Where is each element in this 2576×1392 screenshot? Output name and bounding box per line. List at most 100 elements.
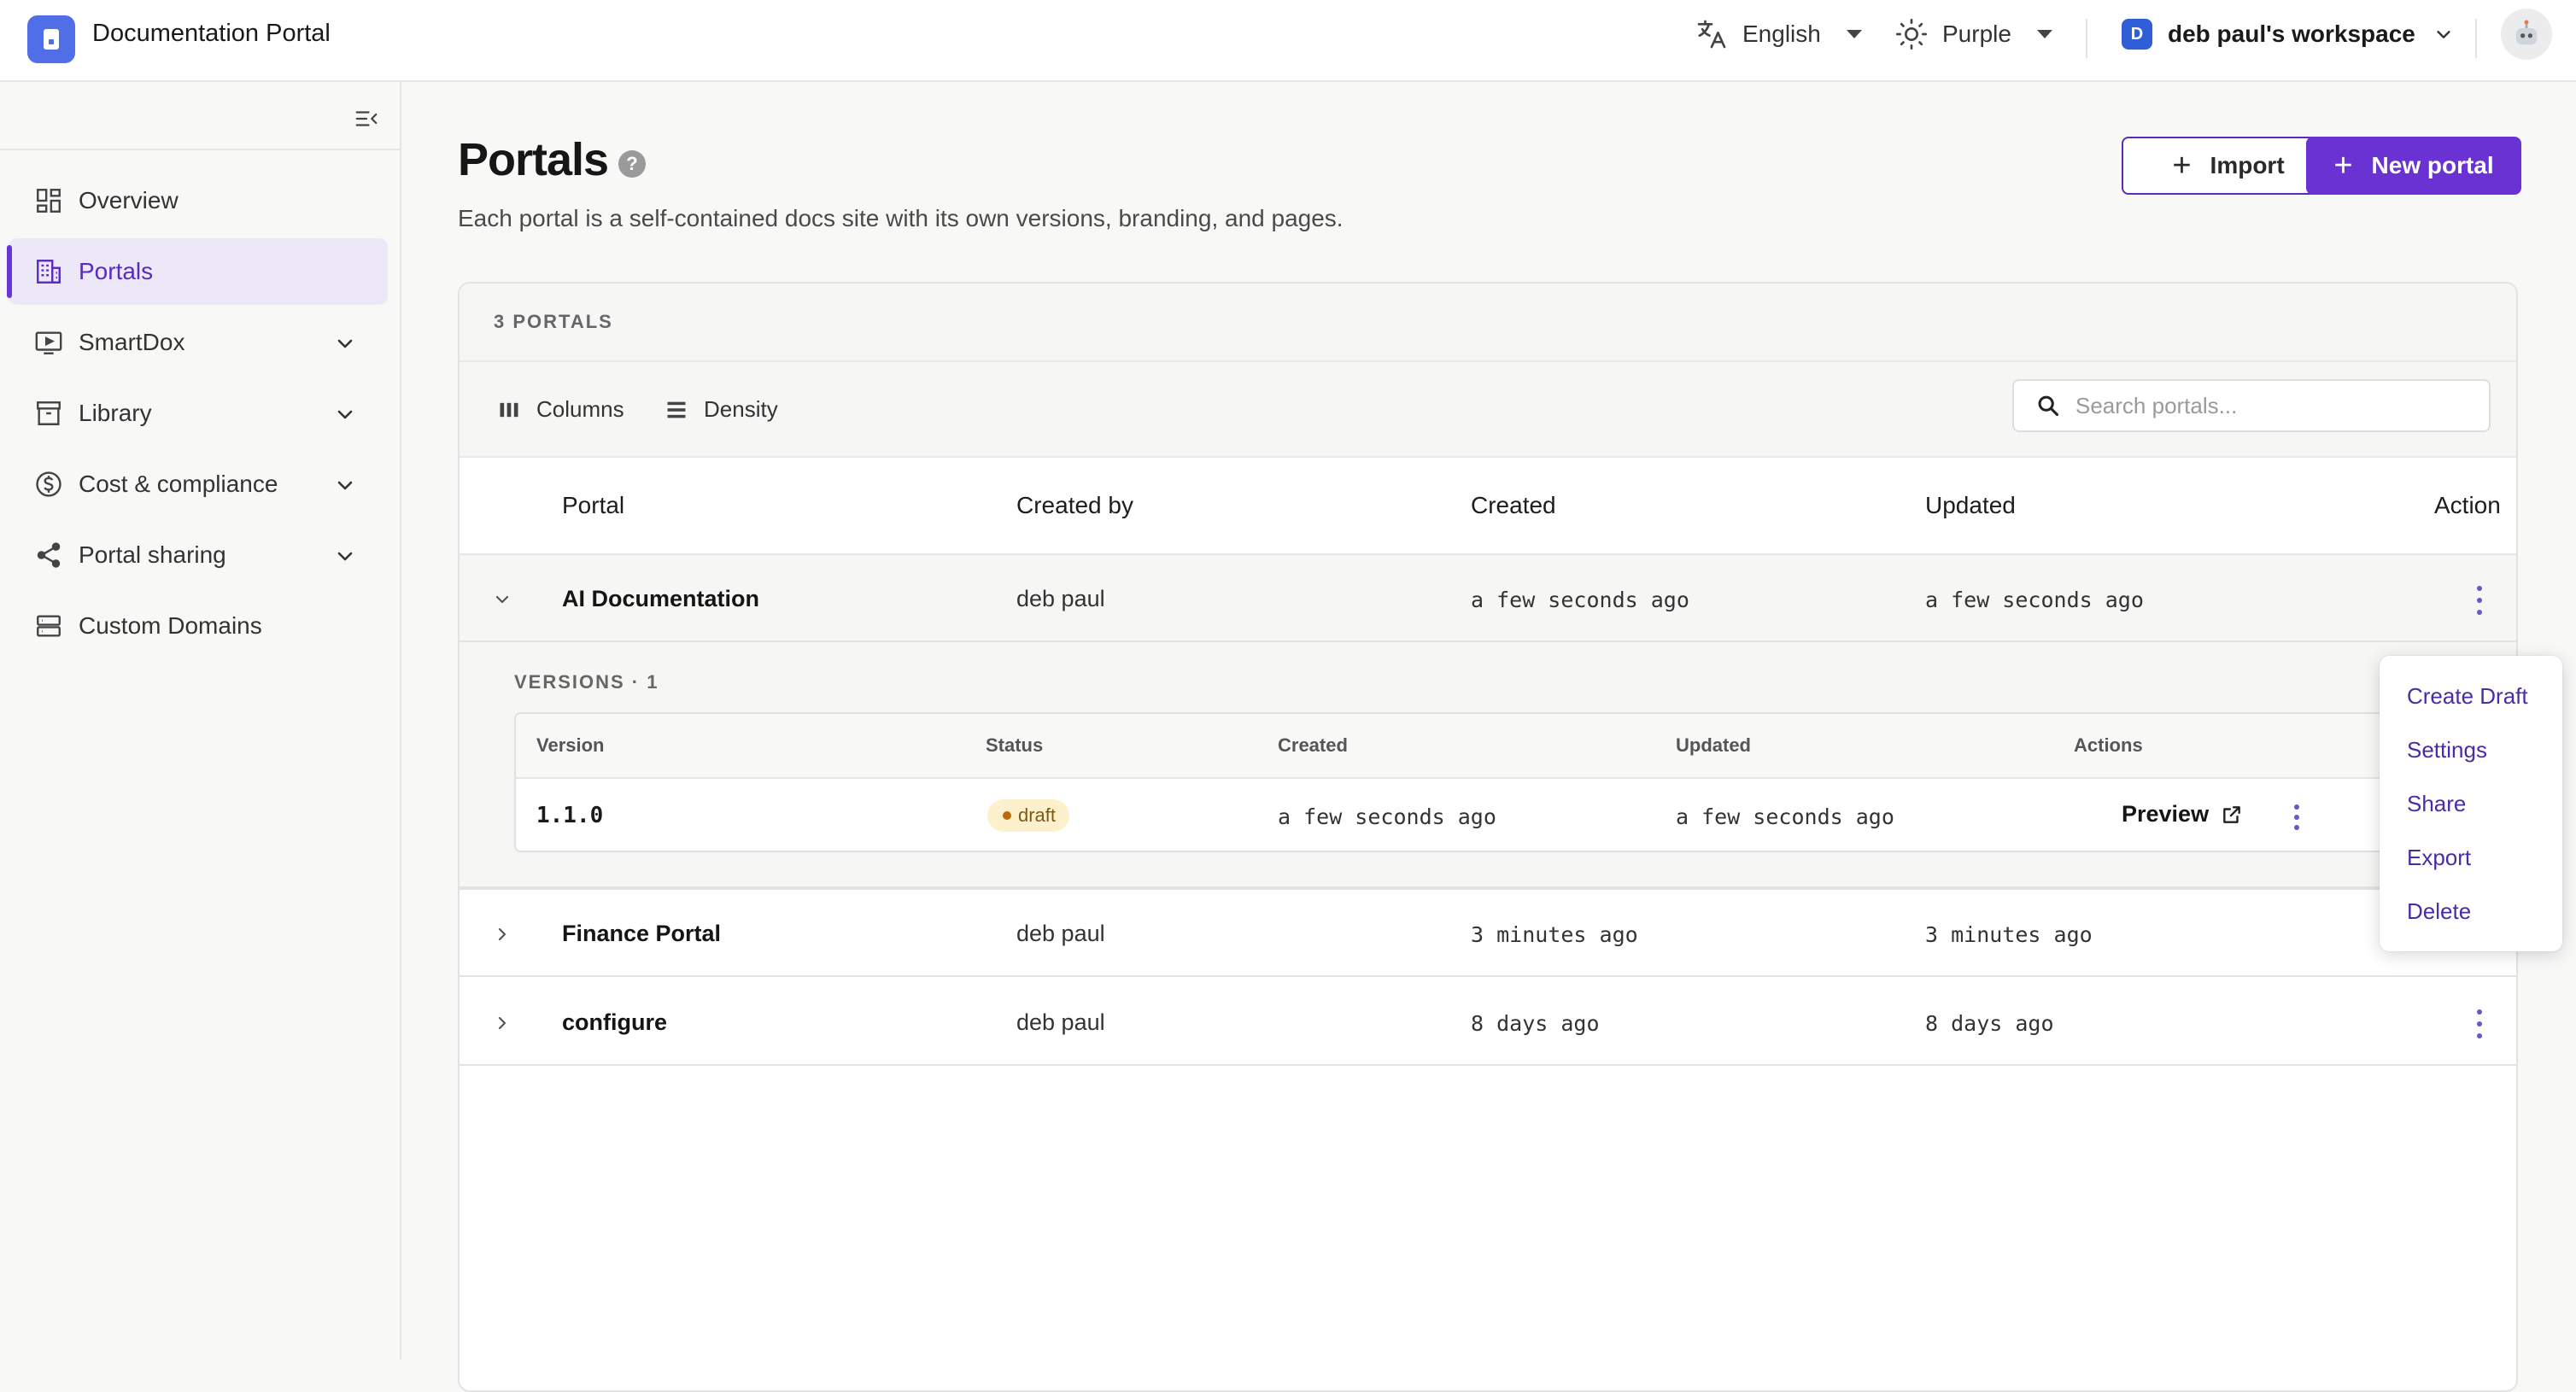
- sun-icon: [1896, 19, 1927, 50]
- play-screen-icon: [32, 326, 65, 359]
- collapse-sidebar-button[interactable]: [350, 102, 383, 135]
- new-portal-button[interactable]: + New portal: [2306, 137, 2521, 195]
- portals-table-card: 3 PORTALS Columns Density Portal Created…: [458, 282, 2518, 1392]
- column-header-updated[interactable]: Updated: [1925, 492, 2016, 519]
- versions-table-head: Version Status Created Updated Actions: [516, 714, 2494, 779]
- chevron-right-icon[interactable]: [492, 924, 512, 945]
- created-date: 8 days ago: [1471, 1011, 1600, 1036]
- created-date: a few seconds ago: [1471, 588, 1689, 612]
- page-title: Portals: [458, 134, 609, 185]
- preview-button[interactable]: Preview: [2122, 801, 2243, 828]
- version-more-actions-icon[interactable]: [2292, 804, 2301, 830]
- created-date: 3 minutes ago: [1471, 922, 1638, 947]
- table-row[interactable]: Finance Portal deb paul 3 minutes ago 3 …: [460, 890, 2516, 977]
- menu-item-share[interactable]: Share: [2407, 791, 2466, 817]
- chevron-down-icon[interactable]: [492, 589, 512, 610]
- column-header-portal[interactable]: Portal: [562, 492, 624, 519]
- sidebar-item-library[interactable]: Library: [9, 380, 388, 447]
- search-icon: [2038, 395, 2059, 417]
- search-input[interactable]: [2075, 392, 2468, 419]
- column-header-created-by[interactable]: Created by: [1016, 492, 1133, 519]
- avatar[interactable]: [2501, 9, 2552, 60]
- theme-label: Purple: [1942, 20, 2011, 47]
- chevron-down-icon: [337, 339, 353, 348]
- table-row[interactable]: AI Documentation deb paul a few seconds …: [460, 555, 2516, 642]
- version-created: a few seconds ago: [1278, 804, 1496, 829]
- density-icon: [667, 401, 686, 418]
- sidebar-item-portals[interactable]: Portals: [7, 238, 388, 305]
- created-by: deb paul: [1016, 921, 1105, 946]
- sidebar-item-label: Custom Domains: [79, 612, 262, 639]
- column-header-action: Action: [2434, 492, 2501, 518]
- updated-date: a few seconds ago: [1925, 588, 2144, 612]
- chevron-down-icon: [2437, 31, 2450, 38]
- sidebar-item-portal-sharing[interactable]: Portal sharing: [9, 522, 388, 588]
- share-icon: [32, 539, 65, 571]
- app-logo-icon[interactable]: [27, 15, 75, 63]
- table-header-bar: 3 PORTALS: [460, 284, 2516, 362]
- sidebar-item-custom-domains[interactable]: Custom Domains: [9, 593, 388, 659]
- portal-name[interactable]: Finance Portal: [562, 921, 721, 947]
- page-subtitle: Each portal is a self-contained docs sit…: [458, 205, 1344, 231]
- chevron-down-icon: [2036, 30, 2052, 38]
- portal-count: 3 PORTALS: [494, 311, 613, 332]
- workspace-selector[interactable]: D deb paul's workspace: [2122, 12, 2453, 56]
- portal-name[interactable]: configure: [562, 1009, 667, 1036]
- version-updated-header: Updated: [1676, 734, 1751, 756]
- version-header: Version: [536, 734, 605, 756]
- help-icon[interactable]: ?: [618, 150, 646, 178]
- sidebar-item-label: Portals: [79, 258, 154, 284]
- preview-label: Preview: [2122, 801, 2210, 827]
- import-button[interactable]: + Import: [2122, 137, 2335, 195]
- portal-name[interactable]: AI Documentation: [562, 586, 759, 612]
- table-row[interactable]: configure deb paul 8 days ago 8 days ago: [460, 977, 2516, 1066]
- density-label: Density: [704, 396, 778, 422]
- created-by: deb paul: [1016, 1009, 1105, 1035]
- menu-item-settings[interactable]: Settings: [2407, 737, 2487, 763]
- versions-panel: VERSIONS · 1 Version Status Created Upda…: [460, 642, 2516, 890]
- sidebar-item-label: Cost & compliance: [79, 471, 278, 497]
- sidebar-item-smartdox[interactable]: SmartDox: [9, 309, 388, 376]
- column-header-created[interactable]: Created: [1471, 492, 1556, 519]
- external-link-icon: [2223, 805, 2240, 823]
- columns-button[interactable]: Columns: [497, 396, 624, 423]
- archive-box-icon: [32, 397, 65, 430]
- density-button[interactable]: Density: [664, 396, 778, 423]
- chevron-down-icon: [1846, 30, 1862, 38]
- translate-icon: [1697, 20, 1726, 49]
- chevron-right-icon[interactable]: [492, 1013, 512, 1033]
- table-toolbar: Columns Density: [460, 362, 2516, 458]
- building-icon: [32, 255, 65, 288]
- collapse-sidebar-icon: [355, 111, 378, 126]
- menu-item-export[interactable]: Export: [2407, 845, 2471, 871]
- more-actions-icon[interactable]: [2475, 1009, 2484, 1038]
- divider: [0, 149, 400, 150]
- dollar-circle-icon: [32, 468, 65, 500]
- version-actions-header: Actions: [2074, 734, 2143, 756]
- app-title: Documentation Portal: [92, 20, 331, 47]
- menu-item-create-draft[interactable]: Create Draft: [2407, 683, 2528, 710]
- sidebar-item-overview[interactable]: Overview: [9, 167, 388, 234]
- theme-selector[interactable]: Purple: [1894, 12, 2052, 56]
- divider: [2475, 19, 2477, 58]
- sidebar-item-label: Portal sharing: [79, 541, 226, 568]
- updated-date: 8 days ago: [1925, 1011, 2054, 1036]
- chevron-down-icon: [337, 410, 353, 419]
- sidebar-item-label: Library: [79, 400, 152, 426]
- sidebar-item-label: Overview: [79, 187, 179, 213]
- table-head: Portal Created by Created Updated Action: [460, 458, 2516, 555]
- plus-icon: +: [2172, 148, 2192, 184]
- versions-label: VERSIONS · 1: [514, 671, 659, 693]
- menu-item-delete[interactable]: Delete: [2407, 898, 2471, 925]
- sidebar-item-cost-compliance[interactable]: Cost & compliance: [9, 451, 388, 518]
- created-by: deb paul: [1016, 586, 1105, 611]
- versions-table: Version Status Created Updated Actions 1…: [514, 712, 2496, 852]
- columns-label: Columns: [536, 396, 624, 422]
- search-box: [2012, 379, 2491, 432]
- import-label: Import: [2210, 152, 2285, 178]
- more-actions-icon[interactable]: [2475, 586, 2484, 615]
- updated-date: 3 minutes ago: [1925, 922, 2093, 947]
- status-badge: draft: [987, 799, 1070, 832]
- row-actions-menu: Create Draft Settings Share Export Delet…: [2380, 656, 2562, 951]
- language-selector[interactable]: English: [1695, 12, 1862, 56]
